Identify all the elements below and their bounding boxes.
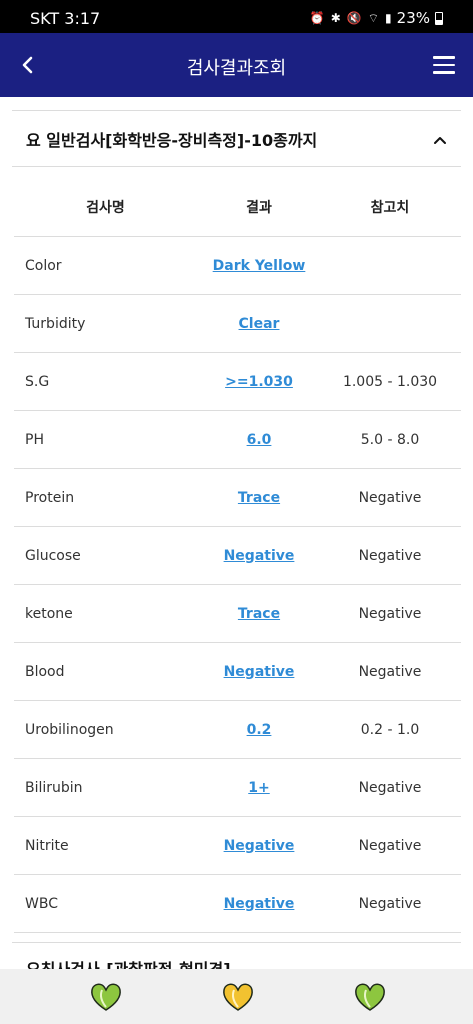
table-row: S.G >=1.030 1.005 - 1.030 [14,353,461,411]
table-row: Protein Trace Negative [14,469,461,527]
test-name: Color [25,257,62,274]
result-link[interactable]: Clear [239,316,280,332]
test-name: Bilirubin [25,779,83,796]
table-header-row: 검사명 결과 참고치 [14,177,461,237]
divider [12,942,461,943]
wifi-icon: ⌔ [367,11,380,25]
collapse-button[interactable] [429,129,451,151]
test-name: Glucose [25,547,81,564]
table-row: Glucose Negative Negative [14,527,461,585]
hamburger-menu-icon [433,56,455,59]
signal-icon: ▮ [385,11,392,25]
test-name: Blood [25,663,65,680]
result-link[interactable]: 0.2 [247,722,272,738]
heart-leaf-icon[interactable] [353,981,387,1013]
reference-value: Negative [358,895,422,912]
bottom-nav [0,969,473,1024]
heart-leaf-icon[interactable] [221,981,255,1013]
table-row: Bilirubin 1+ Negative [14,759,461,817]
bluetooth-icon: ✱ [330,11,341,25]
result-link[interactable]: Negative [224,664,295,680]
reference-value: 0.2 - 1.0 [360,721,420,738]
next-section-title[interactable]: 요침사검사-[관찰판정-현미경] [26,956,231,969]
table-row: Turbidity Clear [14,295,461,353]
status-bar: SKT 3:17 ⏰ ✱ 🔇 ⌔ ▮ 23% [0,0,473,33]
table-row: WBC Negative Negative [14,875,461,933]
section-title: 요 일반검사[화학반응-장비측정]-10종까지 [26,131,318,150]
page-title: 검사결과조회 [186,58,287,79]
reference-value [324,295,456,352]
reference-value: Negative [358,779,422,796]
result-link[interactable]: Negative [224,548,295,564]
test-name: Turbidity [25,315,86,332]
table-row: PH 6.0 5.0 - 8.0 [14,411,461,469]
chevron-up-icon [434,137,446,144]
reference-value: Negative [358,547,422,564]
reference-value: 1.005 - 1.030 [342,373,438,390]
test-name: Nitrite [25,837,69,854]
battery-percent: 23% [396,9,430,27]
test-name: S.G [25,373,50,390]
status-icons: ⏰ ✱ 🔇 ⌔ ▮ [310,10,392,26]
reference-value: Negative [358,605,422,622]
result-link[interactable]: Trace [238,490,280,506]
reference-value: 5.0 - 8.0 [360,431,420,448]
table-row: Color Dark Yellow [14,237,461,295]
status-right: ⏰ ✱ 🔇 ⌔ ▮ 23% [310,9,443,27]
table-row: Urobilinogen 0.2 0.2 - 1.0 [14,701,461,759]
app-bar: 검사결과조회 [0,33,473,97]
test-name: WBC [25,895,58,912]
result-link[interactable]: Dark Yellow [213,258,306,274]
section-header[interactable]: 요 일반검사[화학반응-장비측정]-10종까지 [12,111,461,167]
mute-icon: 🔇 [346,11,362,25]
alarm-icon: ⏰ [309,11,325,25]
reference-value: Negative [358,663,422,680]
result-link[interactable]: Negative [224,896,295,912]
test-name: Urobilinogen [25,721,114,738]
table-row: ketone Trace Negative [14,585,461,643]
result-link[interactable]: 6.0 [247,432,272,448]
menu-button[interactable] [433,51,461,79]
result-link[interactable]: 1+ [248,780,269,796]
reference-value [324,237,456,294]
header-result: 결과 [246,199,272,216]
result-link[interactable]: Trace [238,606,280,622]
test-name: PH [25,431,44,448]
heart-leaf-icon[interactable] [89,981,123,1013]
result-link[interactable]: Negative [224,838,295,854]
table-row: Blood Negative Negative [14,643,461,701]
result-link[interactable]: >=1.030 [225,374,293,390]
reference-value: Negative [358,489,422,506]
test-name: ketone [25,605,73,622]
result-table: 검사명 결과 참고치 Color Dark Yellow Turbidity C… [14,177,461,933]
header-reference: 참고치 [370,199,410,216]
table-row: Nitrite Negative Negative [14,817,461,875]
header-name: 검사명 [86,199,125,216]
reference-value: Negative [358,837,422,854]
test-name: Protein [25,489,75,506]
content-scroll[interactable]: 요 일반검사[화학반응-장비측정]-10종까지 검사명 결과 참고치 Color… [0,97,473,969]
status-time: SKT 3:17 [30,9,101,28]
battery-icon [435,11,443,25]
